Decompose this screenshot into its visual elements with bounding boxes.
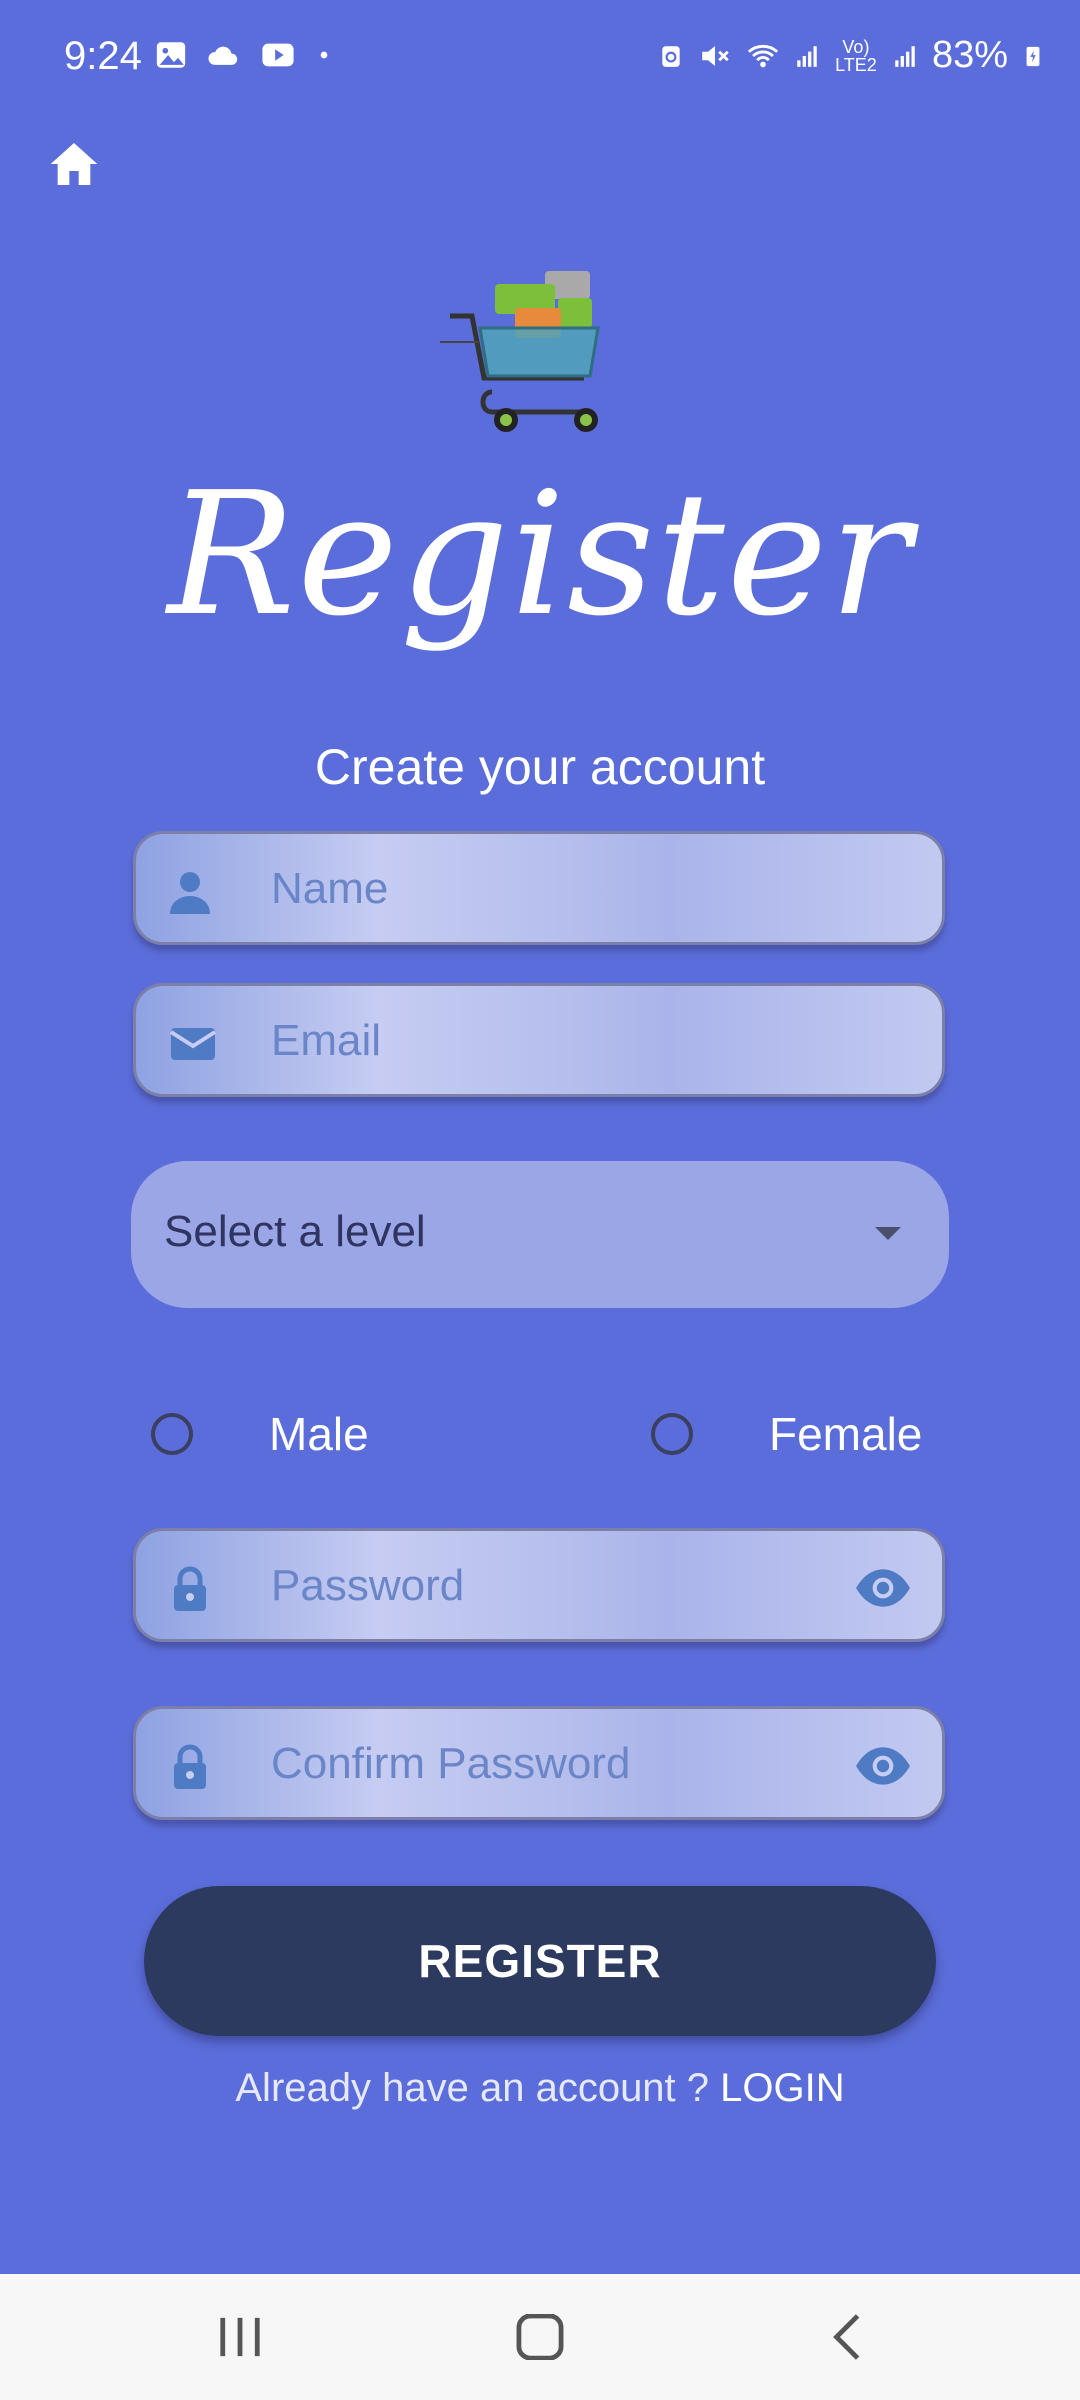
eye-icon[interactable]	[854, 1567, 912, 1609]
lock-icon	[174, 1566, 206, 1611]
name-field[interactable]: Name	[133, 831, 945, 945]
status-bar: 9:24 Vo) LTE2 83%	[0, 0, 1080, 120]
navigation-bar	[0, 2274, 1080, 2400]
battery-icon	[1026, 46, 1040, 66]
status-time: 9:24	[64, 34, 142, 78]
wifi-icon	[747, 44, 779, 67]
dot-icon	[320, 51, 328, 59]
recent-apps-icon[interactable]	[210, 2314, 270, 2360]
battery-saver-icon	[662, 45, 680, 67]
mail-icon	[169, 1028, 217, 1060]
mute-icon	[702, 45, 729, 66]
female-label: Female	[769, 1408, 923, 1460]
battery-percent: 83%	[931, 34, 1008, 76]
email-placeholder: Email	[271, 1016, 382, 1065]
cloud-icon	[208, 46, 238, 65]
back-icon[interactable]	[818, 2314, 878, 2360]
email-field[interactable]: Email	[133, 983, 945, 1097]
confirm-password-placeholder: Confirm Password	[271, 1739, 631, 1788]
signal-icon	[895, 45, 915, 67]
signal-icon	[797, 45, 817, 67]
youtube-icon	[262, 43, 294, 67]
level-select-label: Select a level	[164, 1207, 426, 1256]
password-field[interactable]: Password	[133, 1528, 945, 1642]
person-icon	[170, 872, 210, 914]
login-prompt-line: Already have an account ? LOGIN	[0, 2066, 1080, 2111]
eye-icon[interactable]	[854, 1745, 912, 1787]
login-prompt: Already have an account ?	[235, 2066, 721, 2110]
gallery-icon	[156, 42, 186, 68]
page-title: Register	[167, 456, 913, 654]
shopping-cart-logo	[440, 271, 600, 432]
password-placeholder: Password	[271, 1561, 465, 1610]
home-icon[interactable]	[44, 136, 104, 192]
male-radio[interactable]	[151, 1413, 193, 1455]
confirm-password-field[interactable]: Confirm Password	[133, 1706, 945, 1820]
status-icons-left	[154, 38, 332, 72]
name-placeholder: Name	[271, 864, 389, 913]
female-radio[interactable]	[651, 1413, 693, 1455]
male-label: Male	[269, 1408, 369, 1460]
dropdown-caret-icon	[875, 1227, 901, 1240]
home-nav-icon[interactable]	[510, 2314, 570, 2360]
login-link[interactable]: LOGIN	[720, 2066, 844, 2110]
level-select[interactable]: Select a level	[131, 1161, 949, 1308]
lock-icon	[174, 1744, 206, 1789]
status-icons-right: Vo) LTE2 83%	[658, 34, 1044, 77]
register-button[interactable]: REGISTER	[144, 1886, 936, 2036]
page-subtitle: Create your account	[314, 739, 766, 795]
lte-label: Vo) LTE2	[835, 36, 877, 75]
